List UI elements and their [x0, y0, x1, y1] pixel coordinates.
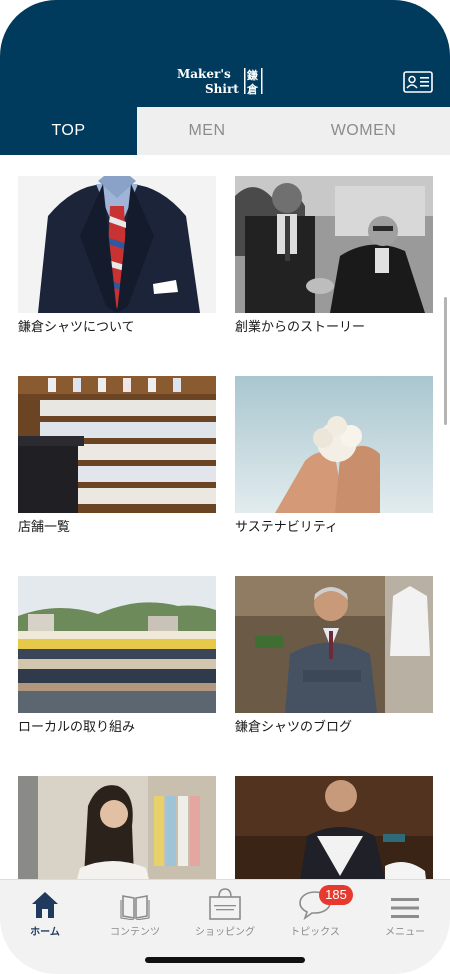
article-card-local[interactable]: ローカルの取り組み [18, 576, 216, 737]
app-header: Maker's Shirt 鎌 倉 [0, 0, 450, 107]
article-thumbnail [235, 776, 433, 879]
tabbar-label: ホーム [30, 927, 60, 938]
tabbar-item-contents[interactable]: コンテンツ [90, 888, 180, 938]
book-icon [120, 895, 150, 920]
hamburger-menu-icon [391, 898, 419, 918]
article-thumbnail [235, 176, 433, 313]
article-title: ローカルの取り組み [18, 720, 136, 735]
tab-top[interactable]: TOP [0, 107, 137, 155]
home-indicator[interactable] [145, 957, 305, 963]
tabbar-item-home[interactable]: ホーム [0, 888, 90, 938]
tab-men[interactable]: MEN [137, 107, 277, 155]
article-card-sustainability[interactable]: サステナビリティ [235, 376, 433, 537]
tab-women[interactable]: WOMEN [277, 107, 450, 155]
article-card-8[interactable] [235, 776, 433, 879]
article-title: 鎌倉シャツについて [18, 320, 135, 335]
svg-text:Shirt: Shirt [205, 82, 239, 96]
article-grid: 鎌倉シャツについて 創業からのストーリー 店舗一覧 サステナビリティ ローカルの… [0, 155, 450, 879]
article-title: 創業からのストーリー [235, 320, 366, 335]
topics-badge: 185 [319, 885, 353, 905]
tabbar-label: メニュー [385, 927, 425, 938]
tabbar-label: トピックス [290, 927, 340, 938]
brand-logo[interactable]: Maker's Shirt 鎌 倉 [177, 66, 273, 96]
svg-text:Maker's: Maker's [177, 67, 231, 81]
article-title: サステナビリティ [235, 520, 338, 535]
tabbar-item-topics[interactable]: 185 トピックス [270, 885, 360, 938]
tabbar-item-shopping[interactable]: ショッピング [180, 888, 270, 938]
tabbar-item-menu[interactable]: メニュー [360, 888, 450, 938]
shopping-bag-icon [209, 888, 241, 920]
app-screen: Maker's Shirt 鎌 倉 TOP MEN WOMEN 鎌倉シャツについ… [0, 0, 450, 974]
tabbar-label: ショッピング [195, 927, 255, 938]
svg-text:鎌: 鎌 [246, 68, 258, 82]
article-title: 鎌倉シャツのブログ [235, 720, 353, 735]
member-card-icon[interactable] [403, 71, 433, 93]
category-tabs: TOP MEN WOMEN [0, 107, 450, 155]
article-thumbnail [18, 376, 216, 513]
article-card-about[interactable]: 鎌倉シャツについて [18, 176, 216, 337]
article-card-stores[interactable]: 店舗一覧 [18, 376, 216, 537]
article-thumbnail [18, 776, 216, 879]
svg-text:倉: 倉 [246, 82, 259, 96]
tabbar-label: コンテンツ [110, 927, 160, 938]
article-thumbnail [235, 576, 433, 713]
article-card-7[interactable] [18, 776, 216, 879]
scrollbar[interactable] [444, 297, 447, 425]
article-thumbnail [18, 576, 216, 713]
article-thumbnail [235, 376, 433, 513]
article-card-story[interactable]: 創業からのストーリー [235, 176, 433, 337]
home-icon [32, 892, 58, 918]
article-card-blog[interactable]: 鎌倉シャツのブログ [235, 576, 433, 737]
article-title: 店舗一覧 [18, 520, 71, 535]
article-thumbnail [18, 176, 216, 313]
